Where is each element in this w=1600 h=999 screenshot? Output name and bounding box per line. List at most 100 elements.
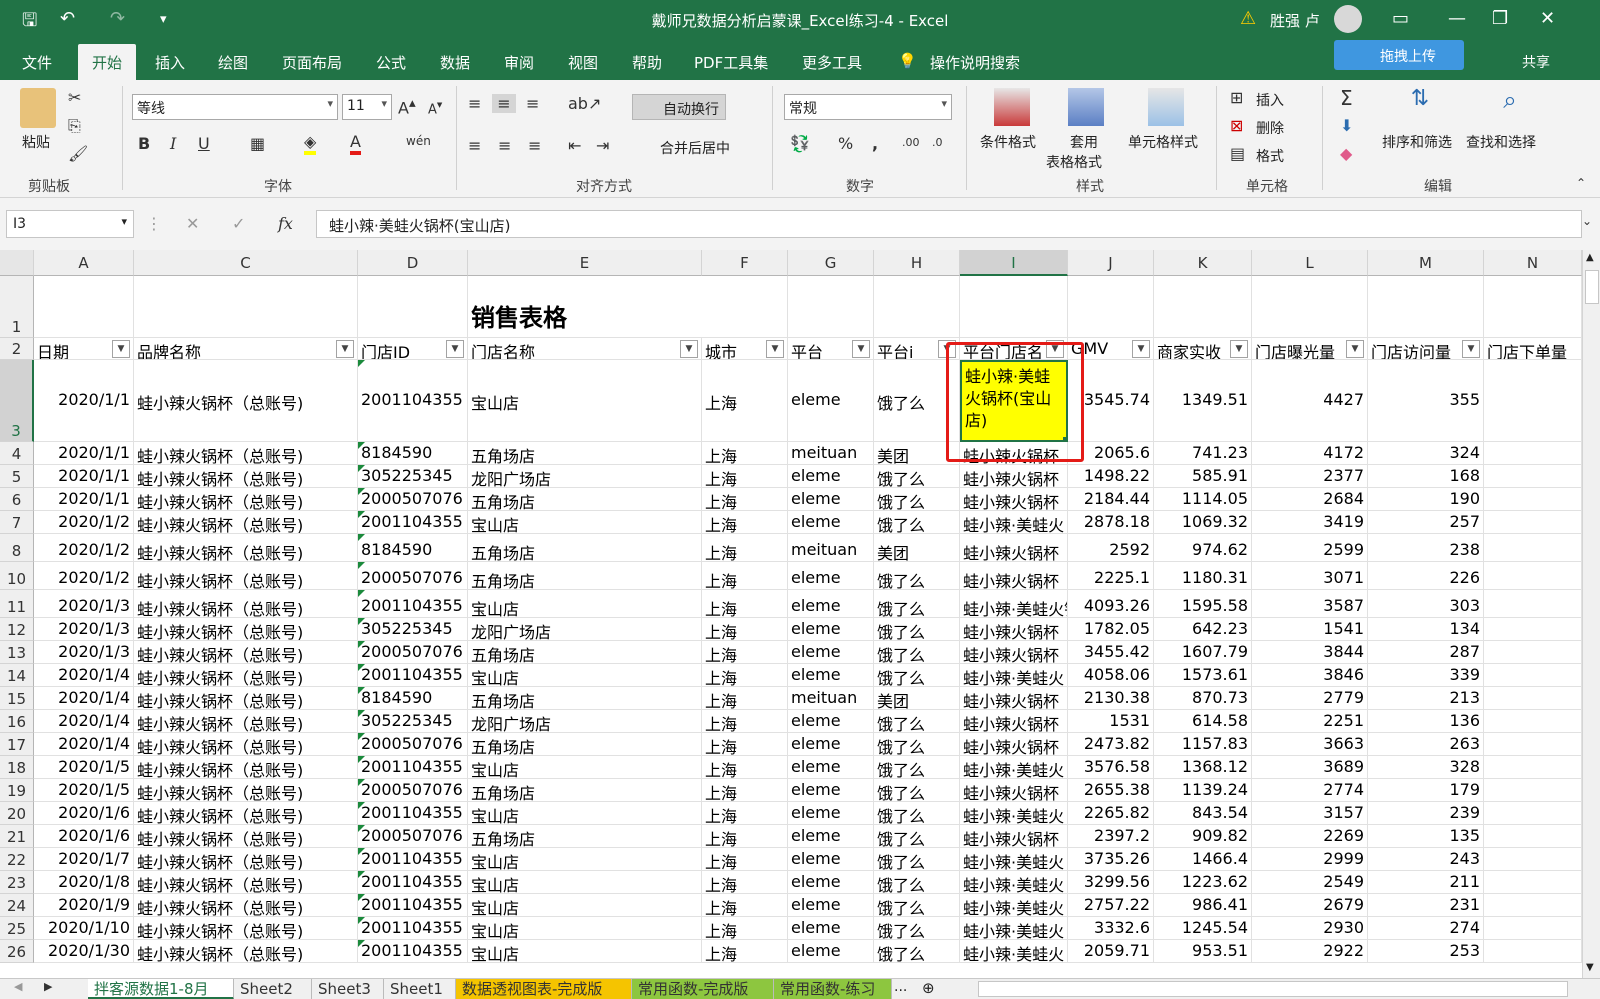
data-cell[interactable]: 2020/1/4 [34, 687, 134, 710]
format-cells-button[interactable]: 格式 [1256, 146, 1284, 166]
sheet-tab-6[interactable]: 常用函数-完成版 [632, 979, 774, 999]
data-cell[interactable]: 303 [1368, 590, 1484, 618]
column-header-e[interactable]: E [468, 250, 702, 276]
header-cell[interactable]: 平台i ▼ [874, 338, 960, 360]
data-cell[interactable]: 2001104355 [358, 848, 468, 871]
data-cell[interactable]: 蛙小辣·美蛙火 [960, 756, 1068, 779]
data-cell[interactable]: 134 [1368, 618, 1484, 641]
data-cell[interactable]: 3071 [1252, 562, 1368, 590]
data-cell[interactable]: 2000507076 [358, 562, 468, 590]
data-cell[interactable]: 上海 [702, 641, 788, 664]
data-cell[interactable]: 蛙小辣火锅杯（总账号) [134, 871, 358, 894]
data-cell[interactable]: 585.91 [1154, 465, 1252, 488]
data-cell[interactable]: 2599 [1252, 534, 1368, 562]
number-format-select[interactable]: 常规 ▾ [784, 94, 952, 120]
row-header[interactable]: 26 [0, 940, 34, 963]
data-cell[interactable]: 蛙小辣火锅杯（总账号) [134, 917, 358, 940]
empty-cell[interactable] [1484, 442, 1582, 465]
data-cell[interactable]: 上海 [702, 488, 788, 511]
empty-cell[interactable] [1484, 871, 1582, 894]
data-cell[interactable]: 上海 [702, 733, 788, 756]
data-cell[interactable]: 蛙小辣火锅杯 [960, 562, 1068, 590]
header-cell[interactable]: 平台 ▼ [788, 338, 874, 360]
empty-cell[interactable] [1484, 360, 1582, 442]
empty-cell[interactable] [960, 276, 1068, 338]
tab-page-layout[interactable]: 页面布局 [282, 52, 342, 73]
row-header[interactable]: 16 [0, 710, 34, 733]
row-header[interactable]: 11 [0, 590, 34, 618]
data-cell[interactable]: 蛙小辣火锅杯（总账号) [134, 802, 358, 825]
select-all-corner[interactable] [0, 250, 34, 276]
data-cell[interactable]: 4093.26 [1068, 590, 1154, 618]
data-cell[interactable]: 上海 [702, 664, 788, 687]
data-cell[interactable]: 213 [1368, 687, 1484, 710]
increase-indent-icon[interactable]: ⇥ [596, 136, 609, 155]
data-cell[interactable]: eleme [788, 511, 874, 534]
font-name-select[interactable]: 等线 ▾ [132, 94, 338, 120]
data-cell[interactable]: 蛙小辣火锅杯（总账号) [134, 779, 358, 802]
header-cell[interactable]: 门店ID ▼ [358, 338, 468, 360]
data-cell[interactable]: 饿了么 [874, 779, 960, 802]
data-cell[interactable]: 上海 [702, 848, 788, 871]
vertical-scrollbar[interactable]: ▲ ▼ [1582, 250, 1600, 978]
data-cell[interactable]: 2269 [1252, 825, 1368, 848]
header-cell[interactable]: 门店下单量 [1484, 338, 1582, 360]
data-cell[interactable]: 274 [1368, 917, 1484, 940]
data-cell[interactable]: 238 [1368, 534, 1484, 562]
conditional-formatting-icon[interactable] [994, 88, 1030, 126]
data-cell[interactable]: 上海 [702, 618, 788, 641]
data-cell[interactable]: 饿了么 [874, 825, 960, 848]
empty-cell[interactable] [1484, 756, 1582, 779]
increase-decimal-icon[interactable]: .00 [902, 136, 920, 149]
data-cell[interactable]: 蛙小辣·美蛙火锅杯(宝山 [960, 590, 1068, 618]
align-top-icon[interactable]: ≡ [468, 94, 481, 113]
data-cell[interactable]: 宝山店 [468, 917, 702, 940]
data-cell[interactable]: 2922 [1252, 940, 1368, 963]
data-cell[interactable]: 2020/1/9 [34, 894, 134, 917]
data-cell[interactable]: 3846 [1252, 664, 1368, 687]
data-cell[interactable]: meituan [788, 442, 874, 465]
borders-icon[interactable]: ▦ [250, 134, 265, 153]
data-cell[interactable]: 蛙小辣火锅杯（总账号) [134, 756, 358, 779]
data-cell[interactable]: 上海 [702, 894, 788, 917]
filter-dropdown-icon[interactable]: ▼ [766, 340, 784, 358]
data-cell[interactable]: 339 [1368, 664, 1484, 687]
empty-cell[interactable] [1484, 590, 1582, 618]
data-cell[interactable]: eleme [788, 848, 874, 871]
data-cell[interactable]: 642.23 [1154, 618, 1252, 641]
orientation-icon[interactable]: ab↗ [568, 94, 601, 113]
data-cell[interactable]: 2020/1/10 [34, 917, 134, 940]
fill-icon[interactable]: ⬇ [1340, 116, 1353, 135]
expand-formula-icon[interactable]: ⌄ [1582, 214, 1592, 228]
tab-review[interactable]: 审阅 [504, 52, 534, 73]
data-cell[interactable]: 2757.22 [1068, 894, 1154, 917]
data-cell[interactable]: 1595.58 [1154, 590, 1252, 618]
data-cell[interactable]: 263 [1368, 733, 1484, 756]
data-cell[interactable]: 蛙小辣火锅杯 [960, 710, 1068, 733]
data-cell[interactable]: 蛙小辣火锅杯（总账号) [134, 442, 358, 465]
row-header[interactable]: 3 [0, 360, 34, 442]
filter-dropdown-icon[interactable]: ▼ [1346, 340, 1364, 358]
data-cell[interactable]: eleme [788, 894, 874, 917]
row-header[interactable]: 25 [0, 917, 34, 940]
data-cell[interactable]: 2684 [1252, 488, 1368, 511]
data-cell[interactable]: 上海 [702, 940, 788, 963]
data-cell[interactable]: 2397.2 [1068, 825, 1154, 848]
data-cell[interactable]: 上海 [702, 590, 788, 618]
data-cell[interactable]: 2001104355 [358, 664, 468, 687]
cancel-entry-icon[interactable]: ✕ [186, 214, 199, 233]
data-cell[interactable]: 1349.51 [1154, 360, 1252, 442]
filter-dropdown-icon[interactable]: ▼ [1462, 340, 1480, 358]
row-header[interactable]: 23 [0, 871, 34, 894]
paste-label[interactable]: 粘贴 [22, 132, 50, 152]
empty-cell[interactable] [1484, 802, 1582, 825]
data-cell[interactable]: 宝山店 [468, 894, 702, 917]
data-cell[interactable]: 3299.56 [1068, 871, 1154, 894]
data-cell[interactable]: 五角场店 [468, 534, 702, 562]
data-cell[interactable]: 饿了么 [874, 756, 960, 779]
header-cell[interactable]: 品牌名称 ▼ [134, 338, 358, 360]
row-header[interactable]: 7 [0, 511, 34, 534]
restore-icon[interactable]: ❐ [1492, 8, 1508, 29]
find-select-button[interactable]: 查找和选择 [1466, 132, 1536, 152]
data-cell[interactable]: 五角场店 [468, 779, 702, 802]
